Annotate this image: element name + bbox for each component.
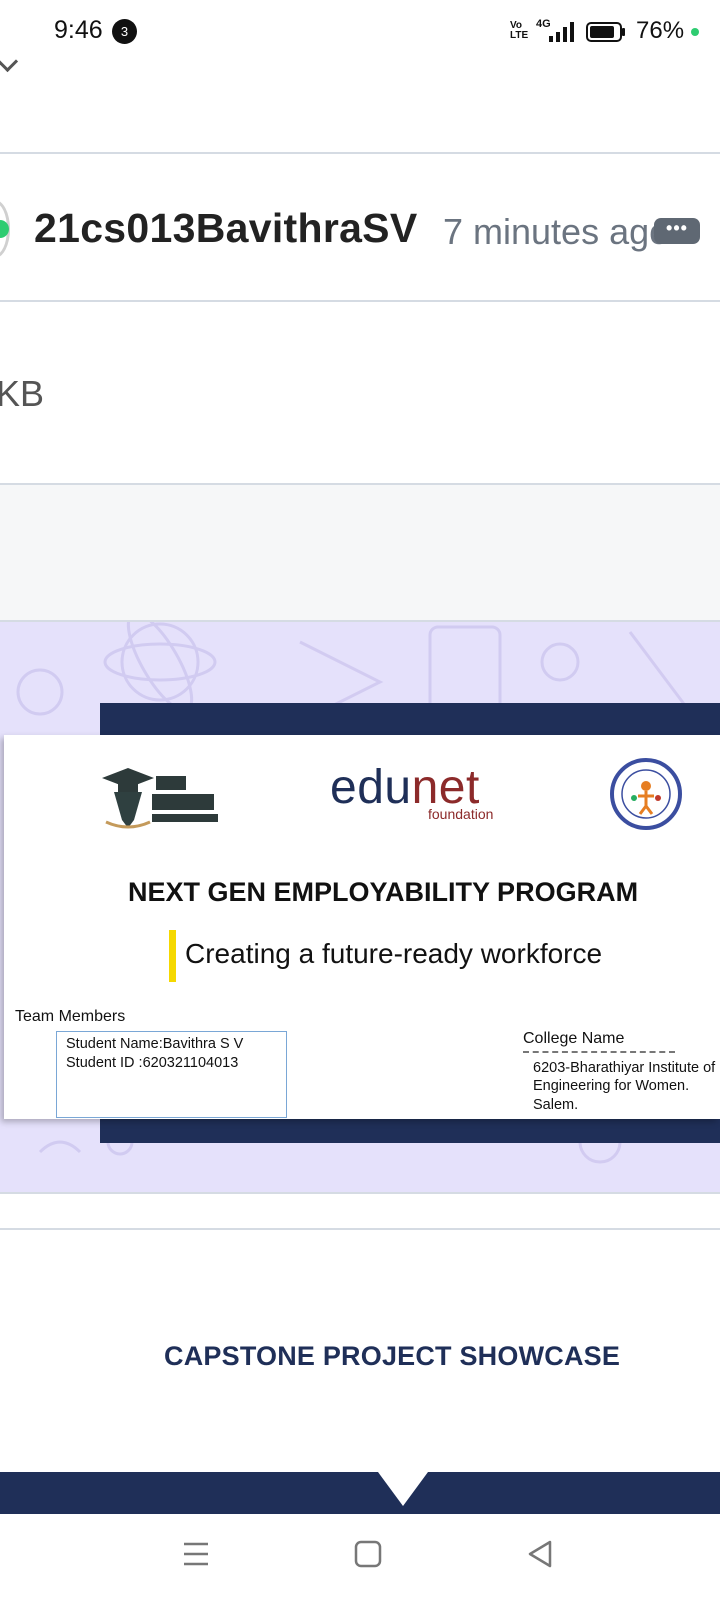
band-notch <box>378 1472 428 1506</box>
slide-bottom-band <box>0 1472 720 1514</box>
home-square-icon[interactable] <box>348 1534 388 1574</box>
more-options-button[interactable]: ••• <box>654 218 700 244</box>
divider <box>0 300 720 302</box>
naan-mudhalvan-logo <box>102 768 218 829</box>
student-id: Student ID :620321104013 <box>66 1055 239 1071</box>
team-members-label: Team Members <box>15 1008 126 1025</box>
program-title: NEXT GEN EMPLOYABILITY PROGRAM <box>128 877 639 907</box>
college-name-label: College Name <box>523 1030 625 1047</box>
menu-icon[interactable] <box>176 1534 216 1574</box>
college-name-line: Salem. <box>533 1097 579 1113</box>
volte-icon: Vo LTE <box>510 20 529 41</box>
post-time-ago: 7 minutes ago <box>443 211 663 252</box>
battery-percent: 76% <box>636 17 685 44</box>
file-size-label: KB <box>0 373 45 414</box>
college-name-line: Engineering for Women. <box>533 1078 690 1094</box>
divider <box>0 1192 720 1194</box>
notification-count-badge: 3 <box>112 19 137 44</box>
battery-icon <box>586 22 625 42</box>
dashed-underline <box>523 1051 675 1053</box>
program-tagline: Creating a future-ready workforce <box>185 938 603 969</box>
divider <box>0 152 720 154</box>
college-name-line: 6203-Bharathiyar Institute of <box>533 1060 716 1076</box>
student-name: Student Name:Bavithra S V <box>66 1036 244 1052</box>
attachment-header-panel <box>0 485 720 622</box>
tn-skill-development-seal <box>610 758 682 830</box>
back-triangle-icon[interactable] <box>520 1534 560 1574</box>
divider <box>0 1228 720 1230</box>
edunet-logo-part1: edu <box>330 761 412 814</box>
capstone-showcase-title: CAPSTONE PROJECT SHOWCASE <box>164 1341 621 1371</box>
status-dot <box>691 28 699 36</box>
edunet-foundation-label: foundation <box>428 806 494 822</box>
system-nav-bar <box>0 1514 720 1600</box>
status-time: 9:46 <box>54 16 103 44</box>
accent-bar <box>169 930 176 982</box>
signal-icon <box>549 22 574 42</box>
post-username[interactable]: 21cs013BavithraSV <box>34 205 417 252</box>
